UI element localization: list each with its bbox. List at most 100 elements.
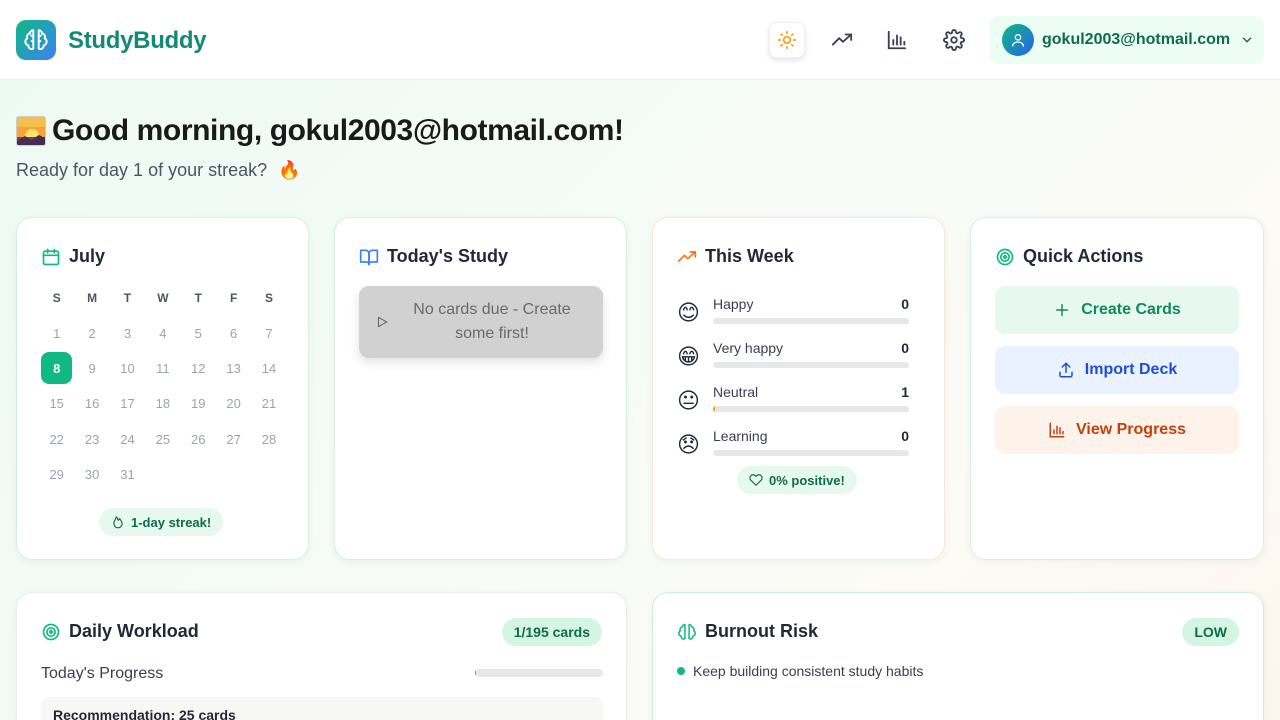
plus-icon [1056,304,1069,316]
calendar-day[interactable]: 29 [39,459,74,491]
mood-emoji-icon: 😐 [677,388,700,413]
calendar-day[interactable]: 7 [251,317,286,349]
theme-toggle-button[interactable] [769,22,805,58]
avatar [1002,24,1034,56]
heart-icon [749,474,763,486]
bar-chart-icon [1049,422,1065,438]
calendar-day[interactable]: 27 [216,423,251,455]
burnout-tip-text: Keep building consistent study habits [693,663,924,679]
streak-badge: 1-day streak! [99,508,224,536]
mood-count: 0 [901,340,909,356]
mood-count: 0 [901,296,909,312]
bar-chart-icon [887,30,907,50]
chevron-down-icon [1242,37,1252,43]
calendar-month: July [69,246,106,266]
calendar-day[interactable]: 16 [74,388,109,420]
mood-row: 😊 Happy 0 [677,296,909,332]
mood-row: 😁 Very happy 0 [677,340,909,376]
view-progress-button[interactable]: View Progress [995,406,1239,454]
calendar-day[interactable]: 10 [110,352,145,384]
calendar-day[interactable]: 22 [39,423,74,455]
calendar-day[interactable]: 18 [145,388,180,420]
trending-up-icon [831,33,853,46]
mood-bar [713,406,909,412]
calendar-day[interactable]: 12 [181,352,216,384]
calendar-day[interactable]: 4 [145,317,180,349]
quick-actions-title: Quick Actions [1023,246,1144,266]
calendar-day[interactable]: 20 [216,388,251,420]
calendar-week-row: 1234567 [39,315,287,350]
settings-button[interactable] [936,22,972,58]
burnout-risk-card: Burnout Risk LOW Keep building consisten… [652,592,1264,720]
calendar-day[interactable]: 11 [145,352,180,384]
todays-study-title: Today's Study [387,246,508,266]
todays-study-header: Today's Study [359,246,508,267]
calendar-day[interactable]: 23 [74,423,109,455]
calendar-day[interactable]: 14 [251,352,286,384]
create-cards-button[interactable]: Create Cards [995,286,1239,334]
calendar-day[interactable]: 24 [110,423,145,455]
calendar-day[interactable]: 25 [145,423,180,455]
target-icon [42,623,60,640]
weekday-label: T [123,290,132,305]
user-menu-button[interactable]: gokul2003@hotmail.com [990,16,1264,64]
calendar-day[interactable]: 31 [110,459,145,491]
calendar-day[interactable]: 13 [216,352,251,384]
calendar-week-row: 8 9 10 11 12 13 14 [39,351,287,386]
start-study-button[interactable]: No cards due - Create some first! [359,286,603,358]
quick-actions-header: Quick Actions [995,246,1143,267]
start-study-label: No cards due - Create some first! [413,301,571,342]
calendar-day[interactable]: 1 [39,317,74,349]
user-icon [1012,34,1024,47]
brain-logo-icon[interactable] [16,20,56,60]
calendar-day[interactable]: 9 [74,352,109,384]
calendar-day[interactable]: 15 [39,388,74,420]
mood-emoji-icon: 😁 [677,344,700,369]
top-header: StudyBuddy gokul2003@hotmail.com [0,0,1280,80]
weekday-label: T [194,290,202,305]
quick-actions-card: Quick Actions Create Cards Import Deck V… [970,217,1264,560]
recommendation-box: Recommendation: 25 cards [41,697,603,720]
calendar-week-row: 29 30 31 [39,457,287,492]
positive-badge: 0% positive! [737,466,857,494]
mood-row: 😞 Learning 0 [677,428,909,464]
upload-icon [1059,362,1073,378]
calendar-day[interactable]: 3 [110,317,145,349]
mood-bar [713,318,909,324]
calendar-day[interactable]: 6 [216,317,251,349]
calendar-week-row: 22 23 24 25 26 27 28 [39,422,287,457]
book-open-icon [359,249,379,265]
positive-label: 0% positive! [769,472,845,488]
brand-name[interactable]: StudyBuddy [68,27,207,55]
trends-button[interactable] [824,22,860,58]
import-deck-button[interactable]: Import Deck [995,346,1239,394]
trending-up-icon [677,250,697,262]
sunrise-emoji-icon [16,116,46,146]
calendar-icon [42,248,60,265]
stats-button[interactable] [879,22,915,58]
calendar-day[interactable]: 26 [181,423,216,455]
calendar-day[interactable]: 30 [74,459,109,491]
mood-label: Neutral [713,384,759,400]
calendar-day[interactable]: 17 [110,388,145,420]
greeting-subtitle-text: Ready for day 1 of your streak? [16,160,268,180]
calendar-day-today[interactable]: 8 [41,352,73,385]
calendar-day[interactable]: 5 [181,317,216,349]
mood-bar [713,450,909,456]
cards-count-badge: 1/195 cards [501,618,602,646]
weekday-label: F [229,290,238,305]
todays-study-card: Today's Study No cards due - Create some… [334,217,627,560]
calendar-day[interactable]: 2 [74,317,109,349]
greeting-subtitle: Ready for day 1 of your streak? 🔥 [16,160,301,181]
calendar-day[interactable]: 28 [251,423,286,455]
calendar-header: July [41,246,105,267]
streak-label: 1-day streak! [131,514,212,530]
calendar-day[interactable]: 21 [251,388,286,420]
import-deck-label: Import Deck [1084,361,1178,378]
calendar-day[interactable]: 19 [181,388,216,420]
bullet-dot [677,667,685,675]
weekday-label: M [87,290,98,305]
burnout-risk-title: Burnout Risk [705,621,819,641]
mood-count: 1 [901,384,909,400]
weekday-label: W [157,290,169,305]
